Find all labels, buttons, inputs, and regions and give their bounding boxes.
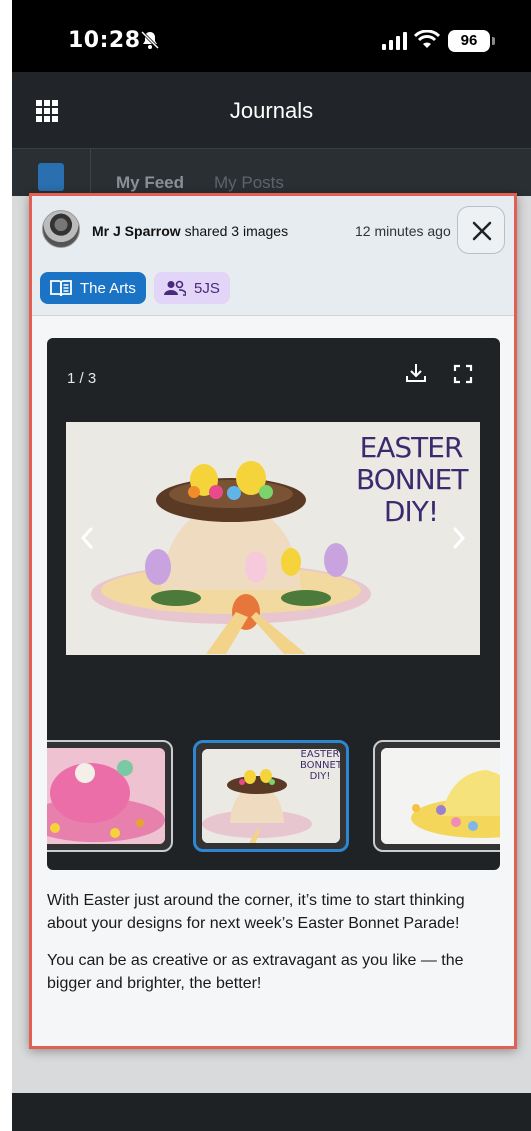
bottom-bar <box>12 1093 531 1131</box>
tab-my-feed[interactable]: My Feed <box>116 173 184 193</box>
image-counter: 1 / 3 <box>67 370 97 387</box>
feed-tabs: My Feed My Posts <box>12 148 531 197</box>
thumbnail-2[interactable]: EASTER BONNET DIY! <box>193 740 349 852</box>
phone-screen: 10:28 96 Journals My Feed My Posts Mr J … <box>12 0 531 1131</box>
group-icon <box>164 280 186 296</box>
post-timestamp: 12 minutes ago <box>355 223 451 239</box>
status-bar: 10:28 96 <box>12 0 531 72</box>
battery-tip <box>492 37 495 45</box>
download-icon[interactable] <box>405 362 427 384</box>
thumbnail-picture <box>381 748 500 844</box>
battery-indicator: 96 <box>448 30 490 52</box>
close-button[interactable] <box>457 206 505 254</box>
post-author-line: Mr J Sparrow shared 3 images <box>92 223 288 239</box>
tag-label: The Arts <box>80 279 136 297</box>
post-paragraph: With Easter just around the corner, it’s… <box>47 892 465 932</box>
app-title: Journals <box>229 98 314 123</box>
chevron-left-icon[interactable] <box>79 526 95 550</box>
post-action: shared 3 images <box>184 223 289 239</box>
chevron-right-icon[interactable] <box>451 526 467 550</box>
post-paragraph: You can be as creative or as extravagant… <box>47 952 464 992</box>
post-body: With Easter just around the corner, it’s… <box>47 889 502 1009</box>
wifi-icon <box>414 30 440 48</box>
avatar <box>42 210 80 248</box>
thumbnail-3[interactable] <box>373 740 500 852</box>
book-icon <box>50 280 72 297</box>
tag-label: 5JS <box>194 279 220 297</box>
close-icon <box>472 221 492 241</box>
fullscreen-icon[interactable] <box>453 364 473 384</box>
tag-class-5js[interactable]: 5JS <box>154 272 230 304</box>
thumbnail-picture <box>47 748 165 844</box>
tag-the-arts[interactable]: The Arts <box>40 272 146 304</box>
thumbnail-strip: EASTER BONNET DIY! <box>47 740 500 852</box>
post-modal: Mr J Sparrow shared 3 images 12 minutes … <box>29 193 517 1049</box>
image-overlay-text: EASTER BONNET DIY! <box>356 431 468 528</box>
author-name[interactable]: Mr J Sparrow <box>92 223 181 239</box>
bell-off-icon <box>140 30 160 50</box>
thumbnail-1[interactable] <box>47 740 173 852</box>
app-bar: Journals <box>12 72 531 148</box>
signal-icon <box>382 32 407 50</box>
thumbnail-overlay-text: EASTER BONNET DIY! <box>300 749 342 782</box>
tab-my-posts[interactable]: My Posts <box>214 173 284 193</box>
main-image[interactable]: EASTER BONNET DIY! <box>66 422 480 655</box>
status-time: 10:28 <box>68 28 141 53</box>
post-header: Mr J Sparrow shared 3 images 12 minutes … <box>32 196 514 316</box>
image-gallery: 1 / 3 EASTER BONNET DIY! EASTER BONNET D… <box>47 338 500 870</box>
school-logo <box>38 163 64 191</box>
divider <box>90 149 91 197</box>
